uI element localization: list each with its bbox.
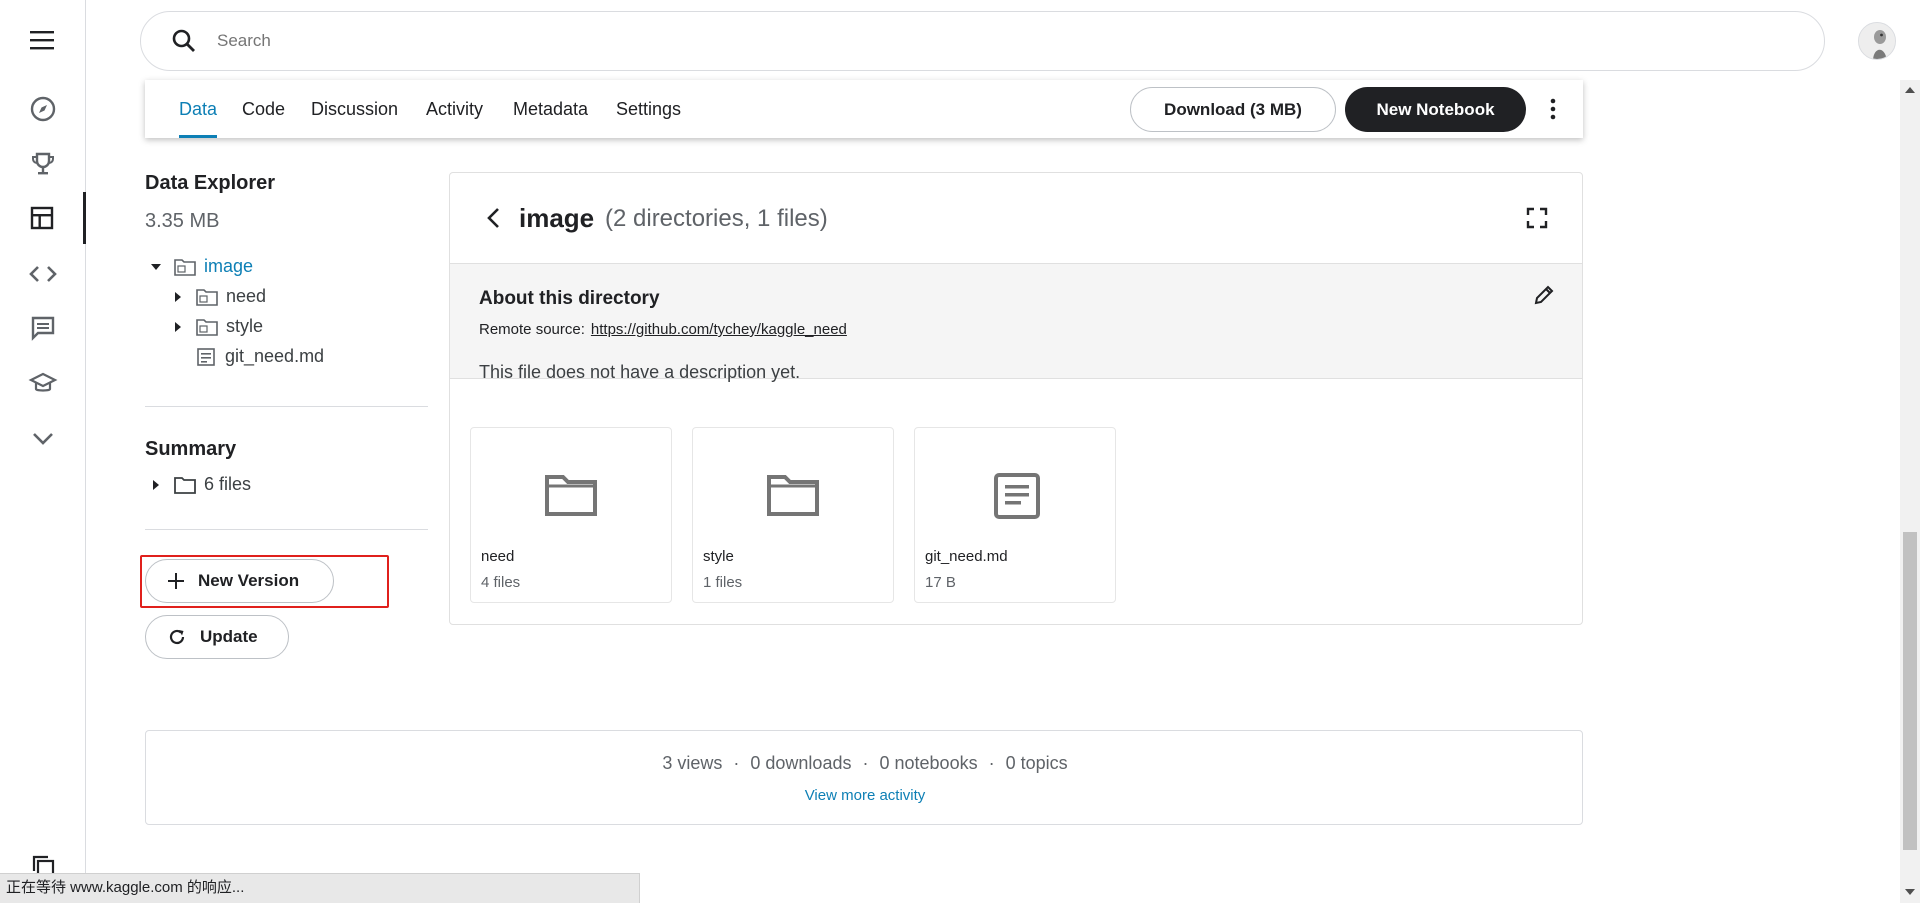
view-more-activity-wrap: View more activity xyxy=(146,787,1584,804)
update-label: Update xyxy=(200,627,258,646)
scrollbar-thumb[interactable] xyxy=(1903,532,1917,850)
chevron-down-icon[interactable] xyxy=(0,412,86,464)
code-icon[interactable] xyxy=(0,248,86,300)
summary-title: Summary xyxy=(145,438,237,460)
file-card-sub: 4 files xyxy=(481,574,521,591)
folder-db-icon xyxy=(196,288,218,306)
directory-panel: image (2 directories, 1 files) About thi… xyxy=(449,172,1583,625)
browser-status-bar: 正在等待 www.kaggle.com 的响应... xyxy=(0,873,640,903)
directory-meta: (2 directories, 1 files) xyxy=(605,205,828,232)
separator-dot: · xyxy=(733,753,740,773)
folder-icon xyxy=(544,472,598,518)
notebooks-count: 0 notebooks xyxy=(879,753,978,773)
remote-source-label: Remote source: xyxy=(479,321,585,338)
tab-metadata[interactable]: Metadata xyxy=(513,80,588,138)
file-table-icon xyxy=(196,347,216,367)
document-icon xyxy=(993,472,1041,520)
plus-icon xyxy=(168,573,184,589)
file-card-style[interactable]: style 1 files xyxy=(692,427,894,603)
edit-pencil-icon[interactable] xyxy=(1533,284,1555,306)
trophy-icon[interactable] xyxy=(0,138,86,190)
search-icon xyxy=(171,28,197,54)
folder-db-icon xyxy=(174,258,196,276)
file-card-name: need xyxy=(481,548,515,565)
left-nav-rail xyxy=(0,0,86,903)
update-button[interactable]: Update xyxy=(145,615,289,659)
tab-code[interactable]: Code xyxy=(242,80,285,138)
tree-item-style[interactable]: style xyxy=(172,316,263,337)
tree-item-need[interactable]: need xyxy=(172,286,266,307)
views-count: 3 views xyxy=(662,753,723,773)
tree-item-label: style xyxy=(226,316,264,336)
file-card-git-need-md[interactable]: git_need.md 17 B xyxy=(914,427,1116,603)
topics-count: 0 topics xyxy=(1005,753,1068,773)
avatar[interactable] xyxy=(1858,22,1896,60)
stats-line: 3 views · 0 downloads · 0 notebooks · 0 … xyxy=(146,753,1584,774)
chevron-left-icon[interactable] xyxy=(484,205,504,231)
menu-icon[interactable] xyxy=(0,14,86,66)
remote-source-link[interactable]: https://github.com/tychey/kaggle_need xyxy=(591,321,847,338)
caret-right-icon[interactable] xyxy=(150,479,162,491)
tree-item-label: need xyxy=(226,286,267,306)
discussion-icon[interactable] xyxy=(0,302,86,354)
tab-activity[interactable]: Activity xyxy=(426,80,483,138)
divider xyxy=(145,529,428,530)
downloads-count: 0 downloads xyxy=(750,753,852,773)
new-notebook-button[interactable]: New Notebook xyxy=(1345,87,1526,132)
activity-stats-box: 3 views · 0 downloads · 0 notebooks · 0 … xyxy=(145,730,1583,825)
summary-files-label: 6 files xyxy=(204,474,252,494)
more-vert-icon[interactable] xyxy=(1541,96,1565,122)
dataset-size: 3.35 MB xyxy=(145,210,220,232)
tree-item-image[interactable]: image xyxy=(150,256,253,277)
file-card-need[interactable]: need 4 files xyxy=(470,427,672,603)
about-directory-section: About this directory Remote source: http… xyxy=(450,263,1582,382)
learn-cap-icon[interactable] xyxy=(0,357,86,409)
scroll-up-arrow-icon[interactable] xyxy=(1904,86,1916,94)
tree-item-label: image xyxy=(204,256,254,276)
refresh-icon xyxy=(168,628,186,646)
dataset-tab-bar: Data Code Discussion Activity Metadata S… xyxy=(145,80,1583,138)
tab-data[interactable]: Data xyxy=(179,80,218,138)
file-card-sub: 1 files xyxy=(703,574,743,591)
separator-dot: · xyxy=(862,753,869,773)
folder-icon xyxy=(174,476,196,494)
caret-right-icon[interactable] xyxy=(172,321,184,333)
caret-down-icon[interactable] xyxy=(150,261,162,273)
tree-item-label: git_need.md xyxy=(225,346,325,366)
scroll-down-arrow-icon[interactable] xyxy=(1904,888,1916,896)
tab-discussion[interactable]: Discussion xyxy=(311,80,398,138)
divider xyxy=(145,406,428,407)
status-text: 正在等待 www.kaggle.com 的响应... xyxy=(6,879,245,896)
search-bar[interactable] xyxy=(140,11,1825,71)
folder-db-icon xyxy=(196,318,218,336)
datasets-table-icon[interactable] xyxy=(0,192,86,244)
directory-description: This file does not have a description ye… xyxy=(479,362,801,382)
file-card-name: git_need.md xyxy=(925,548,1008,565)
tab-settings[interactable]: Settings xyxy=(616,80,681,138)
view-more-activity-link[interactable]: View more activity xyxy=(805,787,926,804)
summary-files-row[interactable]: 6 files xyxy=(150,474,251,495)
download-button[interactable]: Download (3 MB) xyxy=(1130,87,1336,132)
caret-right-icon[interactable] xyxy=(172,291,184,303)
file-card-name: style xyxy=(703,548,734,565)
file-card-sub: 17 B xyxy=(925,574,956,591)
new-version-button[interactable]: New Version xyxy=(145,559,334,603)
fullscreen-icon[interactable] xyxy=(1526,207,1550,231)
directory-name: image xyxy=(519,203,595,233)
data-explorer-title: Data Explorer xyxy=(145,172,276,194)
compass-icon[interactable] xyxy=(0,83,86,135)
separator-dot: · xyxy=(988,753,995,773)
tree-item-git-need-md[interactable]: git_need.md xyxy=(196,346,324,367)
folder-icon xyxy=(766,472,820,518)
about-title: About this directory xyxy=(479,288,660,309)
search-input[interactable] xyxy=(217,31,1717,51)
remote-source-line: Remote source: https://github.com/tychey… xyxy=(479,321,847,338)
new-version-label: New Version xyxy=(198,571,300,590)
